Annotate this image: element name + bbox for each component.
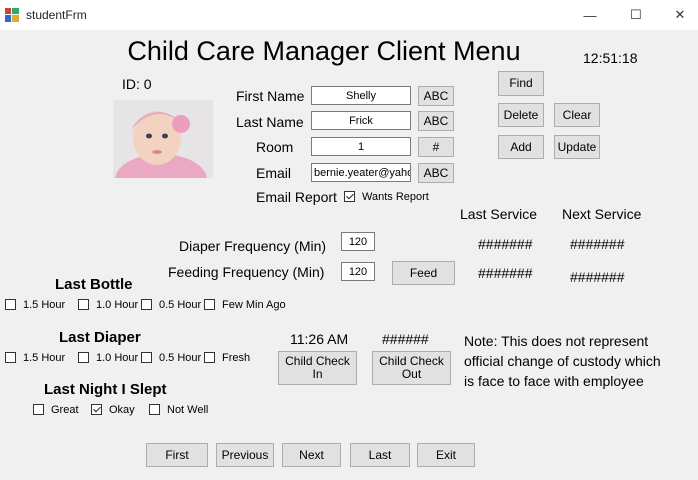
checkin-time: 11:26 AM bbox=[290, 331, 349, 347]
feeding-next-service: ####### bbox=[570, 269, 625, 285]
maximize-button[interactable]: ☐ bbox=[613, 0, 659, 30]
last-service-header: Last Service bbox=[460, 206, 538, 222]
app-icon bbox=[5, 8, 19, 22]
first-record-button[interactable]: First bbox=[146, 443, 208, 467]
client-id-label: ID: 0 bbox=[122, 76, 152, 92]
sleep-option-label: Okay bbox=[109, 404, 135, 416]
sleep-option-checkbox[interactable] bbox=[91, 404, 102, 415]
next-service-header: Next Service bbox=[562, 206, 642, 222]
first-name-label: First Name bbox=[236, 88, 305, 104]
diaper-option-label: Fresh bbox=[222, 352, 251, 364]
checkin-status: ###### bbox=[382, 331, 429, 347]
diaper-next-service: ####### bbox=[570, 236, 625, 252]
diaper-option-checkbox[interactable] bbox=[78, 352, 89, 363]
previous-record-button[interactable]: Previous bbox=[216, 443, 274, 467]
window-title: studentFrm bbox=[26, 8, 87, 22]
sleep-option-checkbox[interactable] bbox=[33, 404, 44, 415]
feeding-frequency-label: Feeding Frequency (Min) bbox=[168, 264, 325, 280]
diaper-option-checkbox[interactable] bbox=[5, 352, 16, 363]
room-label: Room bbox=[256, 139, 294, 155]
sleep-option-label: Not Well bbox=[167, 404, 209, 416]
diaper-last-service: ####### bbox=[478, 236, 533, 252]
last-bottle-heading: Last Bottle bbox=[55, 276, 133, 293]
last-name-abc-button[interactable]: ABC bbox=[418, 111, 454, 131]
email-field[interactable]: bernie.yeater@yahoo bbox=[311, 163, 411, 182]
clear-button[interactable]: Clear bbox=[554, 103, 600, 127]
child-check-in-button[interactable]: Child Check In bbox=[278, 351, 357, 385]
client-photo bbox=[113, 100, 213, 206]
last-diaper-heading: Last Diaper bbox=[59, 329, 141, 346]
last-name-label: Last Name bbox=[236, 114, 304, 130]
last-night-heading: Last Night I Slept bbox=[44, 381, 167, 398]
diaper-option-label: 1.0 Hour bbox=[96, 352, 139, 364]
diaper-frequency-label: Diaper Frequency (Min) bbox=[179, 238, 327, 254]
bottle-option-label: Few Min Ago bbox=[222, 299, 286, 311]
room-number-button[interactable]: # bbox=[418, 137, 454, 157]
find-button[interactable]: Find bbox=[498, 71, 544, 96]
last-name-field[interactable]: Frick bbox=[311, 111, 411, 130]
wants-report-checkbox[interactable] bbox=[344, 191, 355, 202]
feeding-last-service: ####### bbox=[478, 265, 533, 281]
bottle-option-label: 0.5 Hour bbox=[159, 299, 202, 311]
email-abc-button[interactable]: ABC bbox=[418, 163, 454, 183]
minimize-button[interactable]: — bbox=[567, 0, 613, 30]
diaper-option-label: 1.5 Hour bbox=[23, 352, 66, 364]
email-label: Email bbox=[256, 165, 292, 181]
diaper-option-checkbox[interactable] bbox=[141, 352, 152, 363]
minimize-icon: — bbox=[583, 7, 597, 23]
diaper-frequency-field[interactable]: 120 bbox=[341, 232, 375, 251]
close-button[interactable]: ✕ bbox=[657, 0, 698, 30]
feeding-frequency-field[interactable]: 120 bbox=[341, 262, 375, 281]
add-button[interactable]: Add bbox=[498, 135, 544, 159]
maximize-icon: ☐ bbox=[630, 7, 642, 22]
last-record-button[interactable]: Last bbox=[350, 443, 410, 467]
close-icon: ✕ bbox=[674, 7, 686, 22]
diaper-option-label: 0.5 Hour bbox=[159, 352, 202, 364]
bottle-option-checkbox[interactable] bbox=[141, 299, 152, 310]
child-check-out-button[interactable]: Child Check Out bbox=[372, 351, 451, 385]
first-name-field[interactable]: Shelly bbox=[311, 86, 411, 105]
bottle-option-checkbox[interactable] bbox=[78, 299, 89, 310]
wants-report-label: Wants Report bbox=[362, 191, 429, 203]
room-field[interactable]: 1 bbox=[311, 137, 411, 156]
delete-button[interactable]: Delete bbox=[498, 103, 544, 127]
feed-button[interactable]: Feed bbox=[392, 261, 455, 285]
exit-button[interactable]: Exit bbox=[417, 443, 475, 467]
update-button[interactable]: Update bbox=[554, 135, 600, 159]
diaper-option-checkbox[interactable] bbox=[204, 352, 215, 363]
custody-note: Note: This does not represent official c… bbox=[464, 333, 661, 389]
sleep-option-label: Great bbox=[51, 404, 79, 416]
bottle-option-label: 1.0 Hour bbox=[96, 299, 139, 311]
bottle-option-checkbox[interactable] bbox=[204, 299, 215, 310]
clock-time: 12:51:18 bbox=[583, 50, 638, 66]
bottle-option-label: 1.5 Hour bbox=[23, 299, 66, 311]
first-name-abc-button[interactable]: ABC bbox=[418, 86, 454, 106]
next-record-button[interactable]: Next bbox=[282, 443, 341, 467]
email-report-label: Email Report bbox=[256, 189, 337, 205]
sleep-option-checkbox[interactable] bbox=[149, 404, 160, 415]
bottle-option-checkbox[interactable] bbox=[5, 299, 16, 310]
